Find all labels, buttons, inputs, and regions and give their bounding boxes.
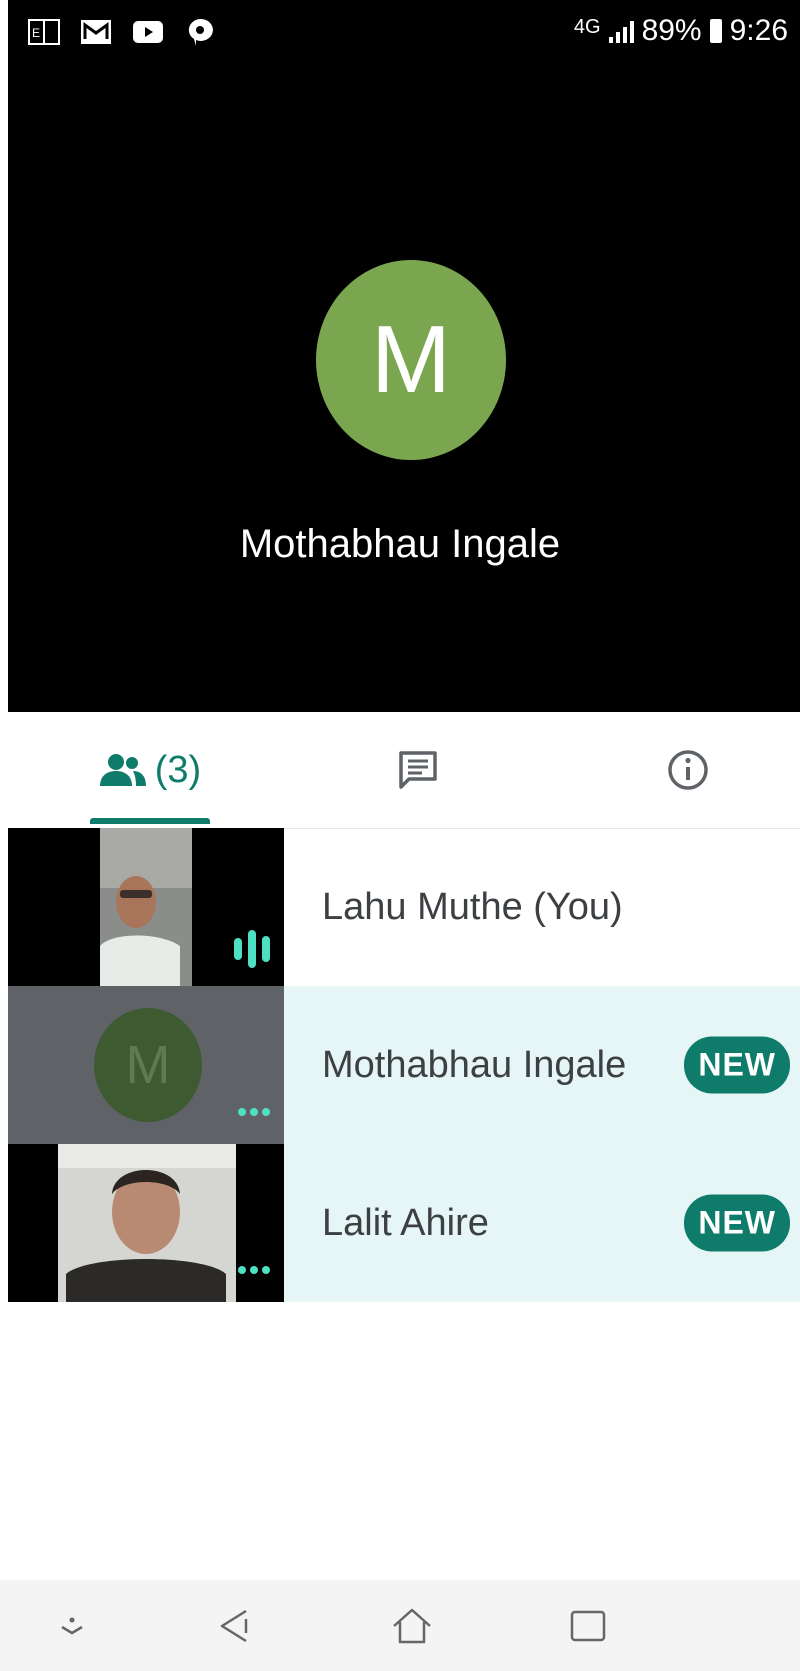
chat-icon: [184, 18, 216, 46]
back-icon[interactable]: [206, 1598, 262, 1654]
participant-name: Lalit Ahire: [322, 1201, 489, 1244]
chat-message-icon: [399, 751, 437, 789]
youtube-icon: [132, 18, 164, 46]
home-icon[interactable]: [384, 1598, 440, 1654]
participant-video: [8, 828, 284, 986]
tab-chat[interactable]: [368, 712, 468, 828]
hide-nav-icon[interactable]: [44, 1598, 100, 1654]
people-icon: [99, 754, 146, 786]
status-bar: E 4G 89% 9:26: [0, 0, 800, 70]
participant-avatar: M: [94, 1008, 202, 1122]
speaking-indicator: [234, 930, 270, 968]
info-icon: [668, 750, 708, 790]
participant-video: M: [8, 986, 284, 1144]
participant-row[interactable]: M Mothabhau Ingale NEW: [8, 986, 800, 1144]
speaker-initial: M: [371, 306, 451, 413]
system-nav-bar: [0, 1580, 800, 1671]
participant-row[interactable]: Lalit Ahire NEW: [8, 1144, 800, 1302]
network-type: 4G: [573, 15, 601, 38]
more-dots-icon: [238, 1108, 270, 1116]
active-tab-indicator: [90, 818, 210, 824]
people-count: (3): [154, 748, 202, 791]
tab-info[interactable]: [648, 712, 728, 828]
participant-list: Lahu Muthe (You) M Mothabhau Ingale NEW: [8, 828, 800, 1302]
speaker-name: Mothabhau Ingale: [239, 522, 561, 566]
participant-name: Lahu Muthe (You): [322, 885, 623, 928]
recents-icon[interactable]: [560, 1598, 616, 1654]
svg-text:E: E: [32, 26, 40, 40]
more-dots-icon: [238, 1266, 270, 1274]
participant-row[interactable]: Lahu Muthe (You): [8, 828, 800, 986]
speaker-avatar: M: [316, 260, 506, 460]
participant-video: [8, 1144, 284, 1302]
signal-icon: [608, 19, 634, 43]
participant-photo: [58, 1144, 236, 1302]
news-icon: E: [28, 18, 60, 46]
gmail-icon: [80, 18, 112, 46]
participant-name: Mothabhau Ingale: [322, 1043, 627, 1086]
tab-bar: (3): [8, 712, 800, 829]
battery-icon: [709, 19, 722, 43]
new-badge: NEW: [684, 1036, 790, 1094]
battery-percent: 89%: [641, 14, 702, 47]
app-screen: E 4G 89% 9:26 M Mothabhau Ingale (3) Lah…: [0, 0, 800, 1671]
participant-initial: M: [125, 1035, 171, 1095]
clock: 9:26: [729, 14, 788, 47]
new-badge: NEW: [684, 1194, 790, 1252]
tab-people[interactable]: (3): [80, 712, 220, 828]
